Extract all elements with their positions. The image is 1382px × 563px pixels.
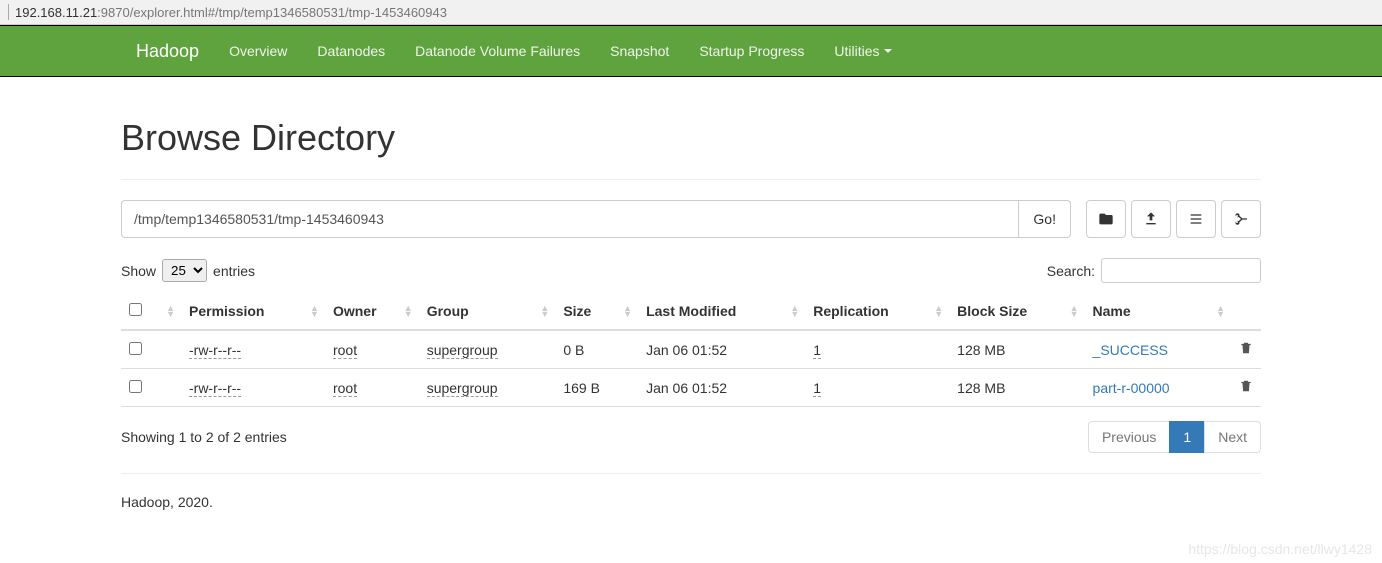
block-size: 128 MB [949, 330, 1084, 369]
col-name[interactable]: Name▲▼ [1085, 293, 1231, 330]
nav-utilities-label: Utilities [834, 43, 879, 59]
permission[interactable]: -rw-r--r-- [189, 380, 241, 397]
file-link[interactable]: part-r-00000 [1093, 380, 1170, 396]
select-all-checkbox[interactable] [129, 303, 142, 316]
path-input[interactable] [121, 200, 1019, 238]
prev-button[interactable]: Previous [1088, 421, 1170, 453]
col-replication[interactable]: Replication▲▼ [805, 293, 949, 330]
footer-text: Hadoop, 2020. [121, 494, 1261, 510]
pagination: Previous 1 Next [1089, 421, 1261, 453]
list-icon [1188, 211, 1204, 227]
navbar: Hadoop Overview Datanodes Datanode Volum… [0, 25, 1382, 77]
block-size: 128 MB [949, 369, 1084, 407]
page-title: Browse Directory [121, 117, 1261, 159]
page-size-select[interactable]: 25 [162, 259, 207, 282]
col-last-modified[interactable]: Last Modified▲▼ [638, 293, 805, 330]
last-modified: Jan 06 01:52 [638, 369, 805, 407]
col-permission[interactable]: Permission▲▼ [181, 293, 325, 330]
file-link[interactable]: _SUCCESS [1093, 342, 1168, 358]
sort-icon[interactable]: ▲▼ [166, 305, 175, 317]
group[interactable]: supergroup [427, 342, 498, 359]
replication[interactable]: 1 [813, 342, 821, 359]
new-folder-button[interactable] [1086, 200, 1126, 238]
row-checkbox[interactable] [129, 380, 142, 393]
chevron-down-icon [884, 49, 892, 53]
page-1-button[interactable]: 1 [1169, 421, 1205, 453]
last-modified: Jan 06 01:52 [638, 330, 805, 369]
info-text: Showing 1 to 2 of 2 entries [121, 429, 287, 445]
list-button[interactable] [1176, 200, 1216, 238]
row-checkbox[interactable] [129, 342, 142, 355]
owner[interactable]: root [333, 380, 357, 397]
nav-utilities[interactable]: Utilities [819, 26, 906, 76]
replication[interactable]: 1 [813, 380, 821, 397]
url-host: 192.168.11.21 [15, 5, 97, 20]
permission[interactable]: -rw-r--r-- [189, 342, 241, 359]
trash-icon[interactable] [1239, 341, 1253, 355]
nav-snapshot[interactable]: Snapshot [595, 26, 684, 76]
col-owner[interactable]: Owner▲▼ [325, 293, 419, 330]
file-table: ▲▼ Permission▲▼ Owner▲▼ Group▲▼ Size▲▼ L… [121, 293, 1261, 407]
divider [121, 179, 1261, 180]
scissors-icon [1233, 211, 1249, 227]
show-label: Show [121, 263, 156, 279]
size: 0 B [555, 330, 638, 369]
table-row: -rw-r--r-- root supergroup 169 B Jan 06 … [121, 369, 1261, 407]
divider [121, 473, 1261, 474]
size: 169 B [555, 369, 638, 407]
cut-button[interactable] [1221, 200, 1261, 238]
col-group[interactable]: Group▲▼ [419, 293, 556, 330]
brand[interactable]: Hadoop [121, 41, 214, 62]
nav-datanode-volume-failures[interactable]: Datanode Volume Failures [400, 26, 595, 76]
url-rest: :9870/explorer.html#/tmp/temp1346580531/… [97, 5, 447, 20]
search-input[interactable] [1101, 258, 1261, 283]
nav-datanodes[interactable]: Datanodes [302, 26, 400, 76]
next-button[interactable]: Next [1204, 421, 1261, 453]
owner[interactable]: root [333, 342, 357, 359]
upload-icon [1143, 211, 1159, 227]
url-bar: 192.168.11.21:9870/explorer.html#/tmp/te… [0, 0, 1382, 25]
col-block-size[interactable]: Block Size▲▼ [949, 293, 1084, 330]
upload-button[interactable] [1131, 200, 1171, 238]
watermark: https://blog.csdn.net/llwy1428 [1188, 541, 1372, 557]
col-size[interactable]: Size▲▼ [555, 293, 638, 330]
group[interactable]: supergroup [427, 380, 498, 397]
trash-icon[interactable] [1239, 379, 1253, 393]
go-button[interactable]: Go! [1019, 200, 1071, 238]
search-label: Search: [1047, 263, 1095, 279]
nav-startup-progress[interactable]: Startup Progress [684, 26, 819, 76]
nav-overview[interactable]: Overview [214, 26, 302, 76]
table-row: -rw-r--r-- root supergroup 0 B Jan 06 01… [121, 330, 1261, 369]
folder-open-icon [1098, 211, 1114, 227]
entries-label: entries [213, 263, 255, 279]
